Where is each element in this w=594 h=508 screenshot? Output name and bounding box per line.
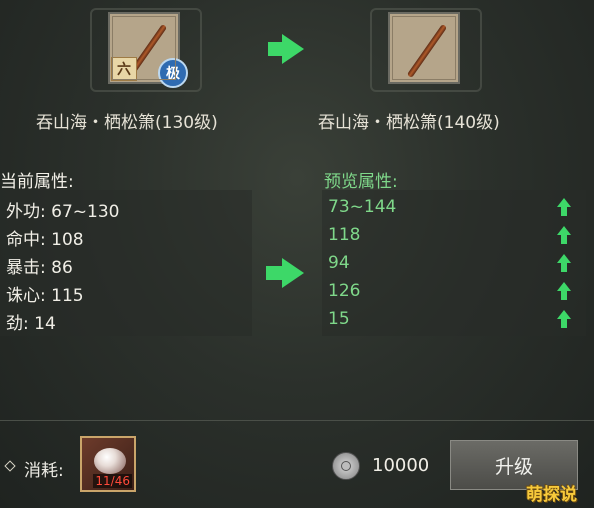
preview-item-slot[interactable] xyxy=(388,12,460,84)
quality-badge: 极 xyxy=(158,58,188,88)
preview-stat-value: 126 xyxy=(328,281,361,301)
stat-value: 67~130 xyxy=(51,202,120,222)
stat-label: 外功 xyxy=(6,202,40,222)
preview-stat-value: 15 xyxy=(328,309,350,329)
stat-label: 劲 xyxy=(6,314,23,334)
current-item-slot[interactable]: 六 极 xyxy=(108,12,188,88)
current-stats-title: 当前属性: xyxy=(0,172,74,192)
preview-stat-value: 94 xyxy=(328,253,350,273)
watermark-logo: 萌探说 xyxy=(526,485,577,505)
current-item-name: 吞山海・栖松箫(130级) xyxy=(36,113,218,133)
gem-icon xyxy=(94,448,126,474)
material-count: 11/46 xyxy=(93,474,132,488)
current-stat-row: 暴击: 86 xyxy=(6,258,73,278)
current-stat-row: 外功: 67~130 xyxy=(6,202,120,222)
middle-arrow-tail xyxy=(266,266,282,280)
current-stat-row: 诛心: 115 xyxy=(6,286,84,306)
stat-value: 86 xyxy=(51,258,73,278)
diamond-bullet-icon xyxy=(4,460,16,472)
preview-item-name: 吞山海・栖松箫(140级) xyxy=(318,113,500,133)
flute-icon xyxy=(126,23,168,79)
increase-arrow-icon xyxy=(557,282,571,300)
consume-label: 消耗: xyxy=(24,461,64,481)
stat-label: 诛心 xyxy=(6,286,40,306)
stat-value: 108 xyxy=(51,230,84,250)
stat-value: 115 xyxy=(51,286,84,306)
top-arrow-tail xyxy=(268,42,282,56)
preview-stats-title: 预览属性: xyxy=(324,172,398,192)
current-stat-row: 命中: 108 xyxy=(6,230,84,250)
stat-value: 14 xyxy=(34,314,56,334)
upgrade-arrow-icon xyxy=(282,34,304,64)
stat-label: 命中 xyxy=(6,230,40,250)
increase-arrow-icon xyxy=(557,198,571,216)
compare-arrow-icon xyxy=(282,258,304,288)
stat-label: 暴击 xyxy=(6,258,40,278)
footer-divider xyxy=(0,420,594,421)
flute-icon xyxy=(406,23,448,79)
preview-stat-value: 73~144 xyxy=(328,197,397,217)
increase-arrow-icon xyxy=(557,226,571,244)
material-slot[interactable]: 11/46 xyxy=(80,436,136,492)
increase-arrow-icon xyxy=(557,254,571,272)
grade-badge: 六 xyxy=(111,57,137,81)
coin-amount: 10000 xyxy=(372,455,430,476)
preview-stat-value: 118 xyxy=(328,225,361,245)
increase-arrow-icon xyxy=(557,310,571,328)
current-stat-row: 劲: 14 xyxy=(6,314,56,334)
silver-coin-icon xyxy=(332,452,360,480)
